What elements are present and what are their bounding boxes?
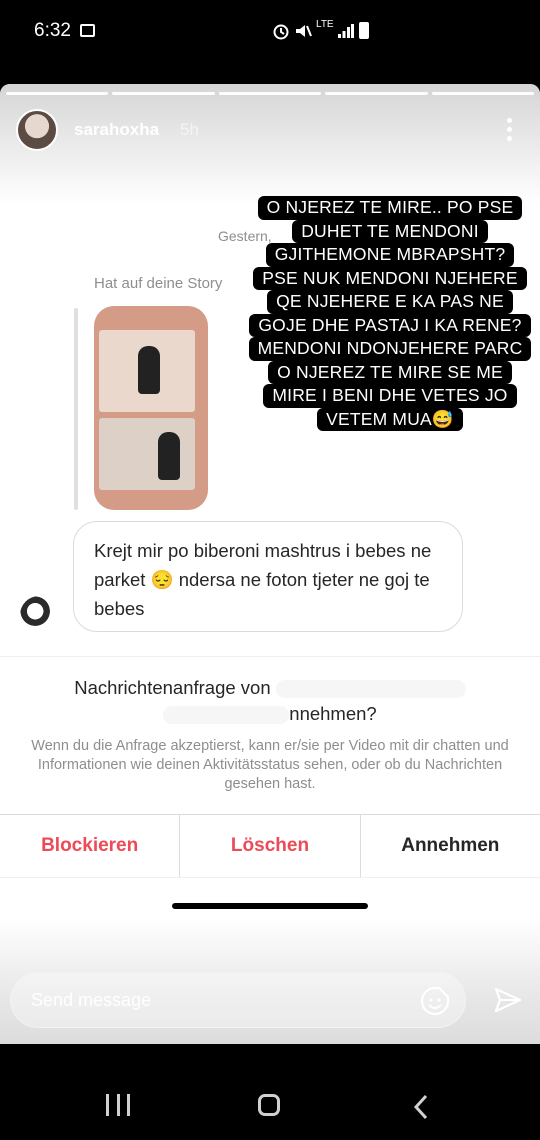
story-reply-sheet: sarahoxha 5h Gestern, Hat auf deine Stor… bbox=[0, 84, 540, 1044]
redacted-name bbox=[163, 706, 290, 725]
request-actions: Blockieren Löschen Annehmen bbox=[0, 814, 540, 878]
status-bar: 6:32 LTE bbox=[0, 0, 540, 64]
sheet-handle[interactable] bbox=[172, 903, 368, 909]
story-progress-segment bbox=[431, 92, 535, 95]
sender-avatar[interactable] bbox=[20, 596, 58, 634]
username[interactable]: sarahoxha bbox=[74, 120, 159, 140]
story-progress-segment bbox=[325, 92, 428, 95]
send-message-input[interactable] bbox=[31, 987, 391, 1013]
story-thumbnail[interactable] bbox=[94, 306, 208, 510]
story-progress bbox=[6, 92, 535, 95]
clock: 6:32 bbox=[34, 20, 71, 41]
sticker-icon[interactable] bbox=[419, 985, 451, 1017]
overlay-line: VETEM MUA😅 bbox=[317, 407, 463, 431]
overlay-line: MIRE I BENI DHE VETES JO bbox=[263, 384, 517, 408]
overlay-line: MENDONI NDONJEHERE PARC bbox=[248, 337, 532, 361]
send-icon[interactable] bbox=[492, 984, 524, 1016]
message-bubble[interactable]: Krejt mir po biberoni mashtrus i bebes n… bbox=[73, 521, 463, 632]
story-progress-segment bbox=[6, 92, 109, 95]
signal-icon bbox=[338, 24, 354, 38]
overlay-line: GOJE DHE PASTAJ I KA RENE? bbox=[249, 313, 531, 337]
overlay-line: PSE NUK MENDONI NJEHERE bbox=[253, 266, 527, 290]
network-label: LTE bbox=[316, 19, 334, 30]
mute-icon bbox=[296, 25, 312, 37]
overlay-line: O NJEREZ TE MIRE.. PO PSE bbox=[257, 196, 523, 220]
thumbnail-figure bbox=[158, 432, 180, 480]
alarm-icon bbox=[273, 24, 289, 40]
request-description: Wenn du die Anfrage akzeptierst, kann er… bbox=[31, 738, 509, 792]
back-icon[interactable] bbox=[412, 1094, 430, 1120]
accept-button[interactable]: Annehmen bbox=[359, 815, 540, 877]
more-icon[interactable] bbox=[500, 118, 518, 144]
delete-button[interactable]: Löschen bbox=[179, 815, 359, 877]
reply-label: Hat auf deine Story bbox=[94, 275, 223, 292]
overlay-line: QE NJEHERE E KA PAS NE bbox=[267, 290, 513, 314]
avatar[interactable] bbox=[16, 109, 58, 151]
story-text-overlay: O NJEREZ TE MIRE.. PO PSE DUHET TE MENDO… bbox=[240, 196, 540, 431]
request-title: Nachrichtenanfrage von nnehmen? bbox=[0, 675, 540, 727]
story-header: sarahoxha 5h bbox=[0, 84, 540, 204]
story-age: 5h bbox=[180, 120, 199, 139]
request-title-end: nnehmen? bbox=[289, 703, 377, 724]
home-icon[interactable] bbox=[258, 1094, 280, 1116]
thumbnail-figure bbox=[138, 346, 160, 394]
overlay-line: DUHET TE MENDONI bbox=[292, 219, 488, 243]
battery-icon bbox=[359, 22, 369, 39]
redacted-name bbox=[275, 680, 466, 699]
message-composer bbox=[10, 972, 466, 1028]
overlay-line: O NJEREZ TE MIRE SE ME bbox=[268, 360, 512, 384]
recents-icon[interactable] bbox=[106, 1094, 130, 1120]
thumbnail-photo bbox=[99, 418, 195, 490]
quote-line bbox=[74, 308, 78, 510]
overlay-line: GJITHEMONE MBRAPSHT? bbox=[265, 243, 515, 267]
story-progress-segment bbox=[112, 92, 215, 95]
request-title-start: Nachrichtenanfrage von bbox=[74, 677, 271, 698]
gallery-icon bbox=[80, 24, 95, 37]
system-navigation-bar bbox=[0, 1044, 540, 1140]
story-progress-segment bbox=[218, 92, 322, 95]
message-request-panel: Nachrichtenanfrage von nnehmen? Wenn du … bbox=[0, 656, 540, 816]
block-button[interactable]: Blockieren bbox=[0, 815, 179, 877]
